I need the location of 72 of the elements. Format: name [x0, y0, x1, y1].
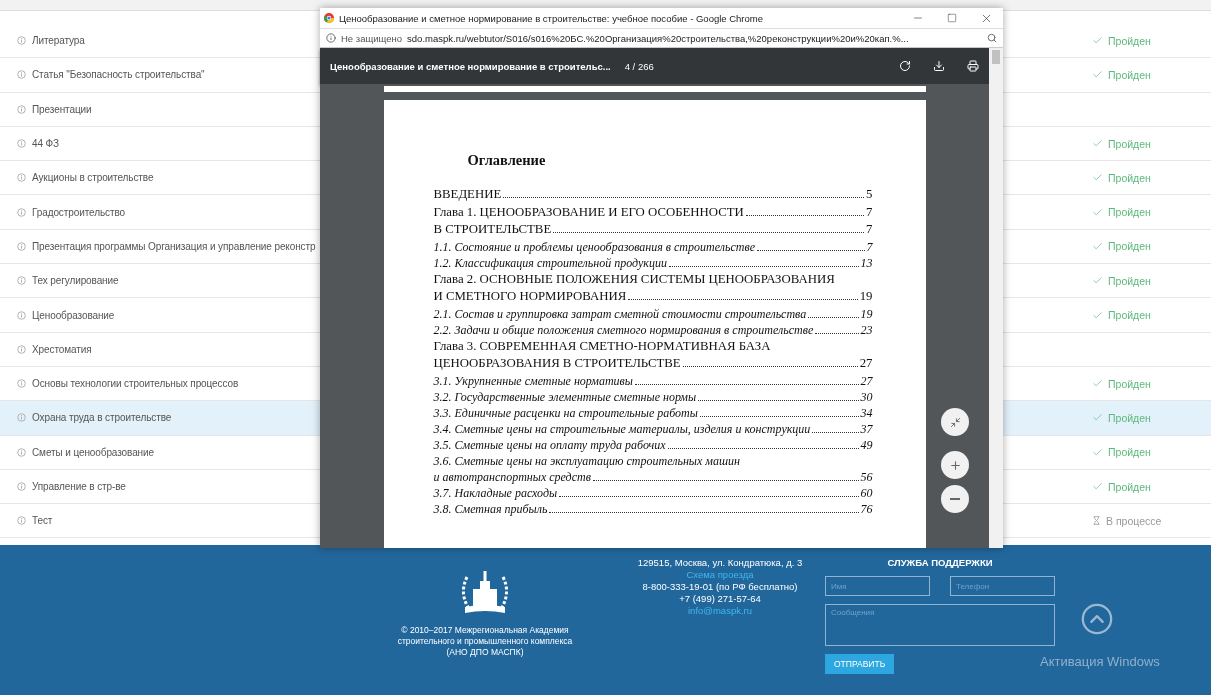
address-text: 129515, Москва, ул. Кондратюка, д. 3	[637, 557, 803, 569]
status-label: Пройден	[1108, 171, 1151, 184]
page-number: 56	[860, 469, 873, 485]
status-label: Пройден	[1108, 377, 1151, 390]
status-label: Пройден	[1108, 309, 1151, 321]
status-label: Пройден	[1108, 446, 1151, 459]
support-title: СЛУЖБА ПОДДЕРЖКИ	[886, 557, 994, 568]
copyright-text: © 2010–2017 Межрегиональная Академия строительного и промышленного комплекса (АНО ДПО МАСПК)	[397, 625, 573, 658]
status-label: Пройден	[1108, 68, 1151, 81]
course-title: Управление в стр-ве	[32, 481, 126, 492]
page-number: 27	[859, 356, 873, 371]
toc-entry: ВВЕДЕНИЕ	[433, 187, 502, 202]
document-title: Ценообразование и сметное нормирование в строительс...	[330, 60, 611, 72]
toc-entry: и автотранспортных средств	[433, 469, 591, 485]
course-title: Градостроительство	[32, 206, 125, 218]
course-title: Презентации	[32, 103, 92, 115]
page-number: 30	[860, 389, 873, 405]
course-title: Ценообразование	[32, 309, 115, 321]
toc-entry: 3.3. Единичные расценки на строительные работы	[433, 405, 698, 421]
page-number: 34	[860, 405, 873, 421]
course-title: Тест	[32, 515, 53, 527]
status-label: Пройден	[1108, 411, 1151, 424]
window-title: Ценообразование и сметное нормирование в строительстве: учебное пособие - Google Chrome	[339, 12, 765, 24]
page-number: 7	[866, 204, 873, 220]
toc-entry: 3.2. Государственные элементные сметные нормы	[433, 389, 697, 405]
toc-entry: Глава 3. СОВРЕМЕННАЯ СМЕТНО-НОРМАТИВНАЯ БАЗА	[433, 338, 771, 354]
toc-entry: 2.2. Задачи и общие положения сметного нормирования в строительстве	[433, 322, 814, 338]
page-number: 19	[860, 306, 873, 322]
page-counter: 4 / 266	[624, 60, 655, 72]
course-title: Охрана труда в строительстве	[32, 412, 172, 424]
page-number: 49	[860, 437, 873, 453]
status-label: Пройден	[1108, 137, 1151, 150]
course-title: Аукционы в строительстве	[32, 172, 154, 184]
status-label: В процессе	[1106, 514, 1162, 527]
status-label: Пройден	[1108, 206, 1151, 219]
toc-entry: В СТРОИТЕЛЬСТВЕ	[433, 222, 552, 237]
course-title: Хрестоматия	[32, 343, 92, 355]
toc-entry: ЦЕНООБРАЗОВАНИЯ В СТРОИТЕЛЬСТВЕ	[433, 356, 681, 371]
page-number: 27	[860, 373, 873, 389]
toc-entry: Глава 1. ЦЕНООБРАЗОВАНИЕ И ЕГО ОСОБЕННОСТИ	[433, 204, 744, 220]
course-title: Статья "Безопасность строительства"	[32, 69, 205, 81]
page-number: 60	[860, 485, 873, 501]
page-number: 23	[860, 322, 873, 338]
toc-entry: 3.4. Сметные цены на строительные материалы, изделия и конструкции	[433, 421, 811, 437]
course-title: 44 ФЗ	[32, 138, 60, 150]
toc-entry: 2.1. Состав и группировка затрат сметной стоимости строительства	[433, 306, 807, 322]
page-number: 7	[866, 239, 873, 255]
course-title: Литература	[32, 35, 85, 47]
toc-entry: Глава 2. ОСНОВНЫЕ ПОЛОЖЕНИЯ СИСТЕМЫ ЦЕНООБРАЗОВАНИЯ	[433, 271, 835, 287]
course-title: Сметы и ценообразование	[32, 446, 154, 458]
status-label: Пройден	[1108, 480, 1151, 493]
course-title: Презентация программы Организация и управление реконстр	[32, 240, 316, 252]
page-number: 5	[866, 187, 873, 202]
page-number: 37	[860, 421, 873, 437]
page-heading: Оглавление	[467, 152, 547, 169]
page-number: 76	[860, 501, 873, 517]
status-label: Пройден	[1108, 34, 1151, 47]
status-label: Пройден	[1108, 274, 1151, 287]
course-title: Тех регулирование	[32, 275, 119, 287]
toc-entry: 3.7. Накладные расходы	[433, 485, 558, 501]
phone-text: 8-800-333-19-01 (по РФ бесплатно)	[642, 581, 798, 593]
phone-text: +7 (499) 271-57-64	[679, 593, 761, 605]
security-label: Не защищено	[341, 32, 403, 44]
page-number: 7	[866, 222, 873, 237]
toc-entry: 1.1. Состояние и проблемы ценообразования в строительстве	[433, 239, 755, 255]
course-title: Основы технологии строительных процессов	[32, 378, 239, 390]
activation-notice: Активация Windows	[1040, 654, 1160, 669]
toc-entry: 3.5. Сметные цены на оплату труда рабочих	[433, 437, 666, 453]
status-label: Пройден	[1108, 240, 1151, 253]
toc-entry: 3.6. Сметные цены на эксплуатацию строительных машин	[433, 453, 740, 469]
toc-entry: 3.1. Укрупненные сметные нормативы	[433, 373, 633, 389]
toc-entry: 3.8. Сметная прибыль	[433, 501, 548, 517]
